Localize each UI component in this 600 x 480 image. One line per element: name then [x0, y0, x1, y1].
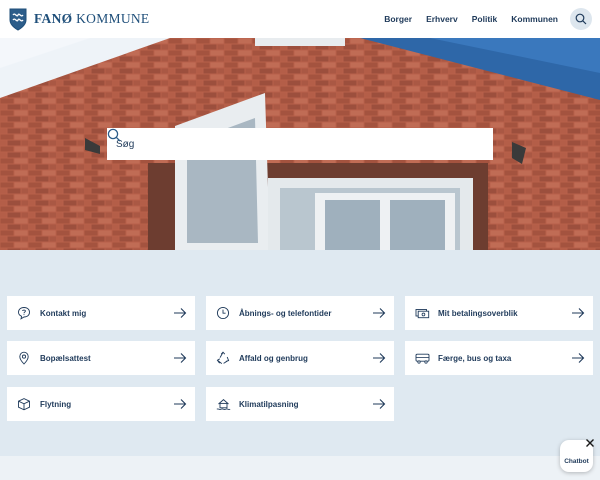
- site-header: FANØ KOMMUNE Borger Erhverv Politik Komm…: [0, 0, 600, 38]
- hero-banner: [0, 38, 600, 250]
- shortcut-label: Åbnings- og telefontider: [239, 308, 332, 318]
- moving-box-icon: [16, 396, 32, 412]
- search-icon: [575, 13, 587, 25]
- search-icon[interactable]: [107, 128, 121, 142]
- shortcut-label: Flytning: [40, 399, 72, 409]
- hero-search-input[interactable]: [116, 138, 483, 150]
- shortcut-label: Affald og genbrug: [239, 353, 308, 363]
- money-icon: [414, 305, 430, 321]
- recycle-icon: [215, 350, 231, 366]
- arrow-right-icon: [174, 399, 187, 409]
- shortcut-label: Kontakt mig: [40, 308, 87, 318]
- shortcut-label: Klimatilpasning: [239, 399, 299, 409]
- arrow-right-icon: [373, 353, 386, 363]
- arrow-right-icon: [572, 353, 585, 363]
- site-logo[interactable]: FANØ KOMMUNE: [8, 7, 149, 31]
- shortcut-label: Færge, bus og taxa: [438, 353, 512, 363]
- arrow-right-icon: [174, 353, 187, 363]
- question-bubble-icon: [16, 305, 32, 321]
- nav-item-politik[interactable]: Politik: [472, 14, 498, 24]
- arrow-right-icon: [572, 308, 585, 318]
- header-search-button[interactable]: [570, 8, 592, 30]
- shortcut-label: Mit betalingsoverblik: [438, 308, 518, 318]
- close-icon[interactable]: [585, 438, 595, 448]
- nav-item-kommunen[interactable]: Kommunen: [511, 14, 558, 24]
- arrow-right-icon: [373, 399, 386, 409]
- shortcut-betalingsoverblik[interactable]: Mit betalingsoverblik: [405, 296, 593, 330]
- location-pin-icon: [16, 350, 32, 366]
- hero-search-bar: [107, 128, 493, 160]
- shortcut-flytning[interactable]: Flytning: [7, 387, 195, 421]
- main-nav: Borger Erhverv Politik Kommunen: [370, 8, 592, 30]
- shortcut-faerge-bus-taxa[interactable]: Færge, bus og taxa: [405, 341, 593, 375]
- coat-of-arms-icon: [9, 8, 27, 31]
- arrow-right-icon: [174, 308, 187, 318]
- site-name: FANØ KOMMUNE: [34, 11, 150, 26]
- shortcut-label: Bopælsattest: [40, 353, 91, 363]
- shortcut-bopaelsattest[interactable]: Bopælsattest: [7, 341, 195, 375]
- clock-icon: [215, 305, 231, 321]
- shortcut-affald-og-genbrug[interactable]: Affald og genbrug: [206, 341, 394, 375]
- arrow-right-icon: [373, 308, 386, 318]
- shortcut-aabningstider[interactable]: Åbnings- og telefontider: [206, 296, 394, 330]
- footer-strip: [0, 456, 600, 480]
- bus-icon: [414, 350, 430, 366]
- nav-item-borger[interactable]: Borger: [384, 14, 412, 24]
- shortcut-kontakt-mig[interactable]: Kontakt mig: [7, 296, 195, 330]
- climate-house-icon: [215, 396, 231, 412]
- shortcut-klimatilpasning[interactable]: Klimatilpasning: [206, 387, 394, 421]
- nav-item-erhverv[interactable]: Erhverv: [426, 14, 458, 24]
- chatbot-label: Chatbot: [564, 458, 589, 465]
